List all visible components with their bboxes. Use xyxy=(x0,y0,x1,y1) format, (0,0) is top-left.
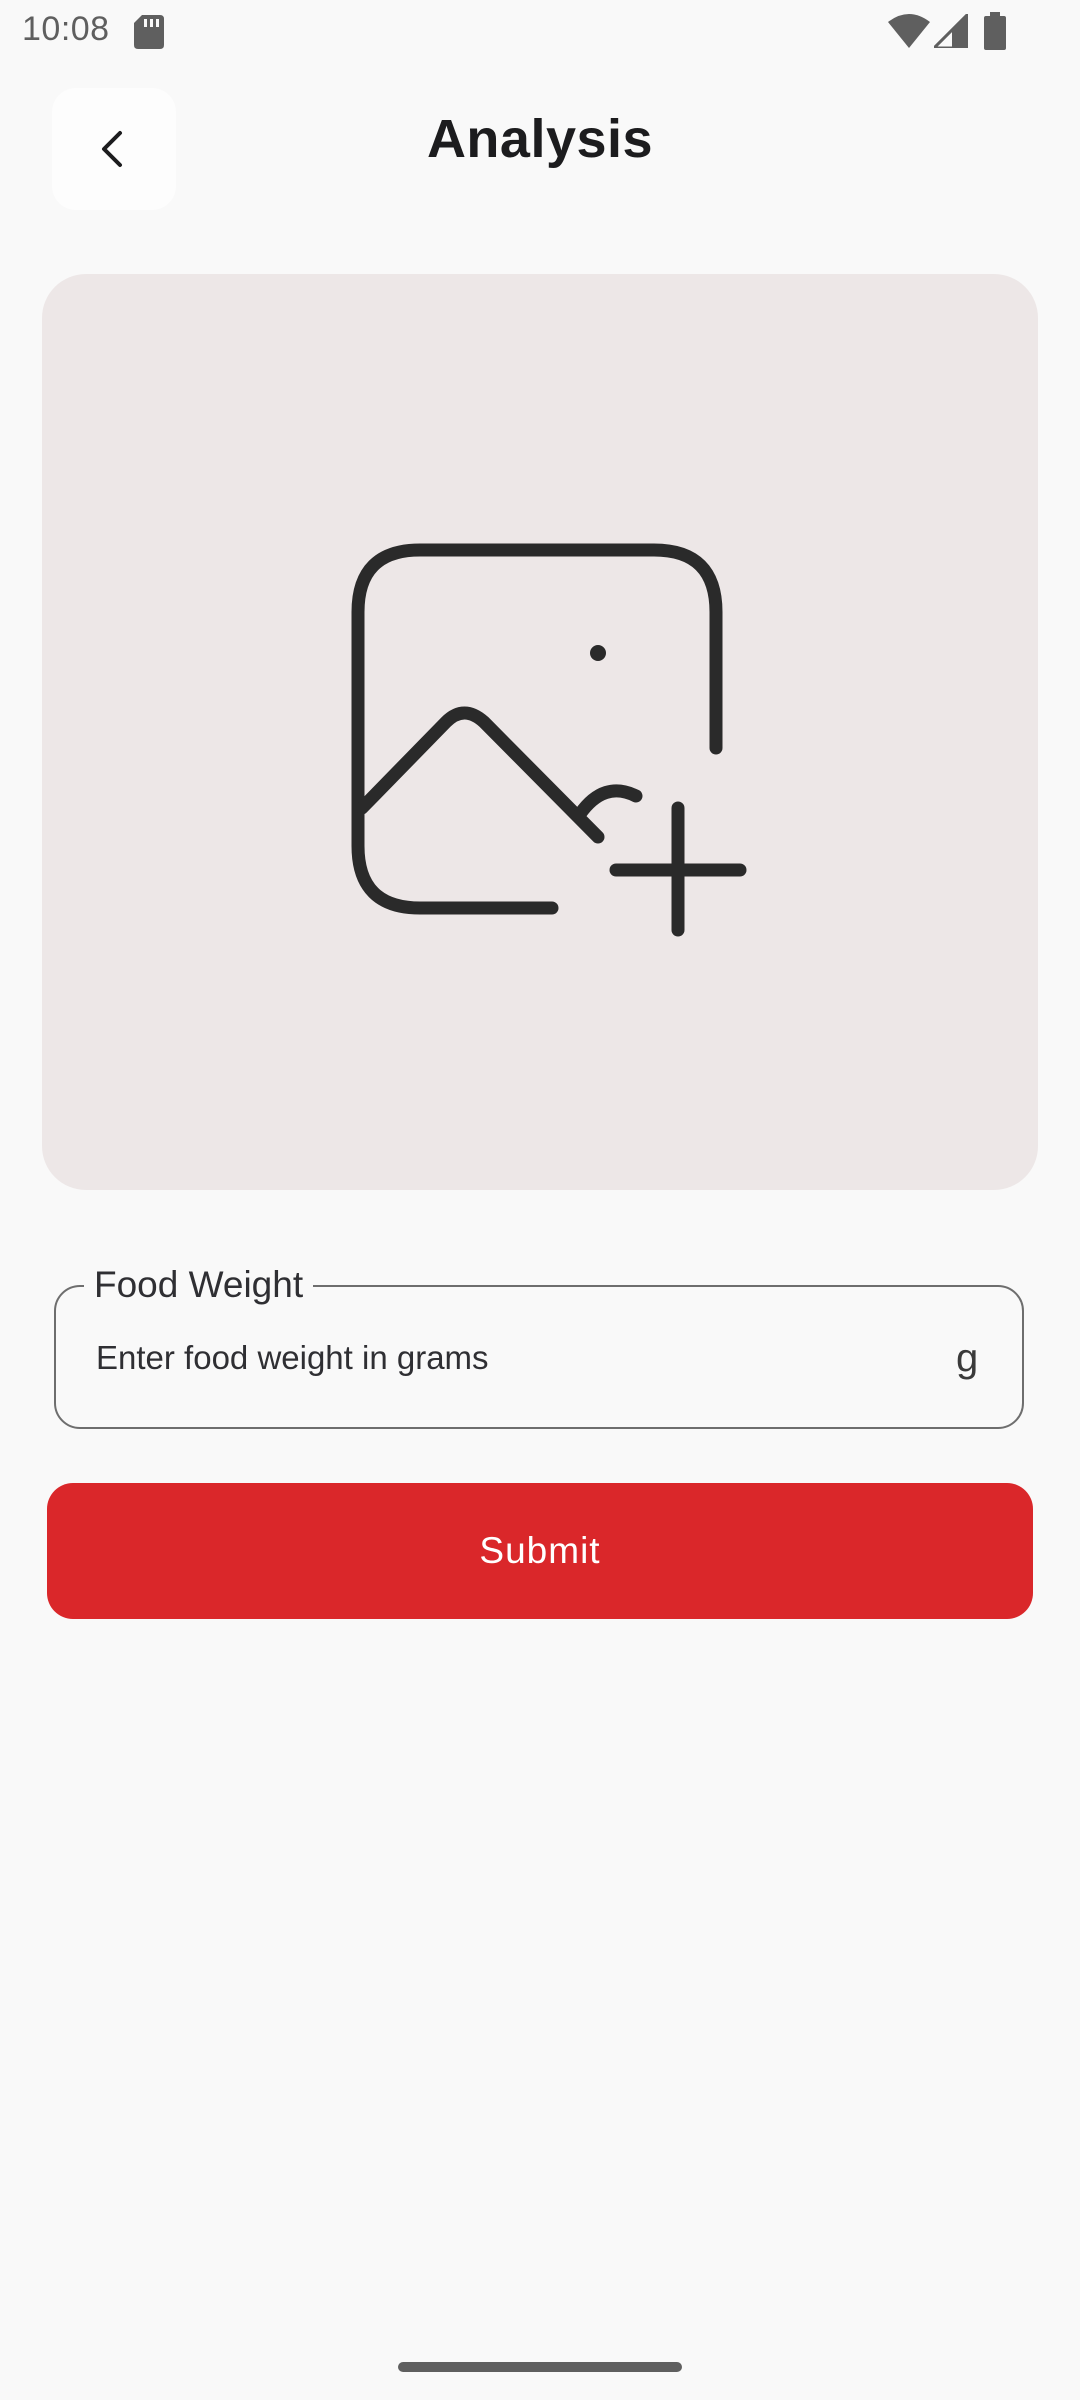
food-weight-label: Food Weight xyxy=(84,1262,314,1308)
cell-signal-icon xyxy=(934,14,968,48)
battery-icon xyxy=(984,12,1006,50)
home-indicator[interactable] xyxy=(398,2362,682,2372)
wifi-icon xyxy=(888,14,930,48)
submit-button[interactable]: Submit xyxy=(47,1483,1033,1619)
food-weight-input[interactable] xyxy=(96,1330,916,1386)
sd-card-icon xyxy=(134,15,164,49)
status-bar: 10:08 xyxy=(0,0,1080,62)
status-time: 10:08 xyxy=(22,10,110,48)
add-photo-icon[interactable] xyxy=(350,540,750,940)
grams-suffix: g xyxy=(956,1336,979,1380)
page-title: Analysis xyxy=(426,109,654,169)
